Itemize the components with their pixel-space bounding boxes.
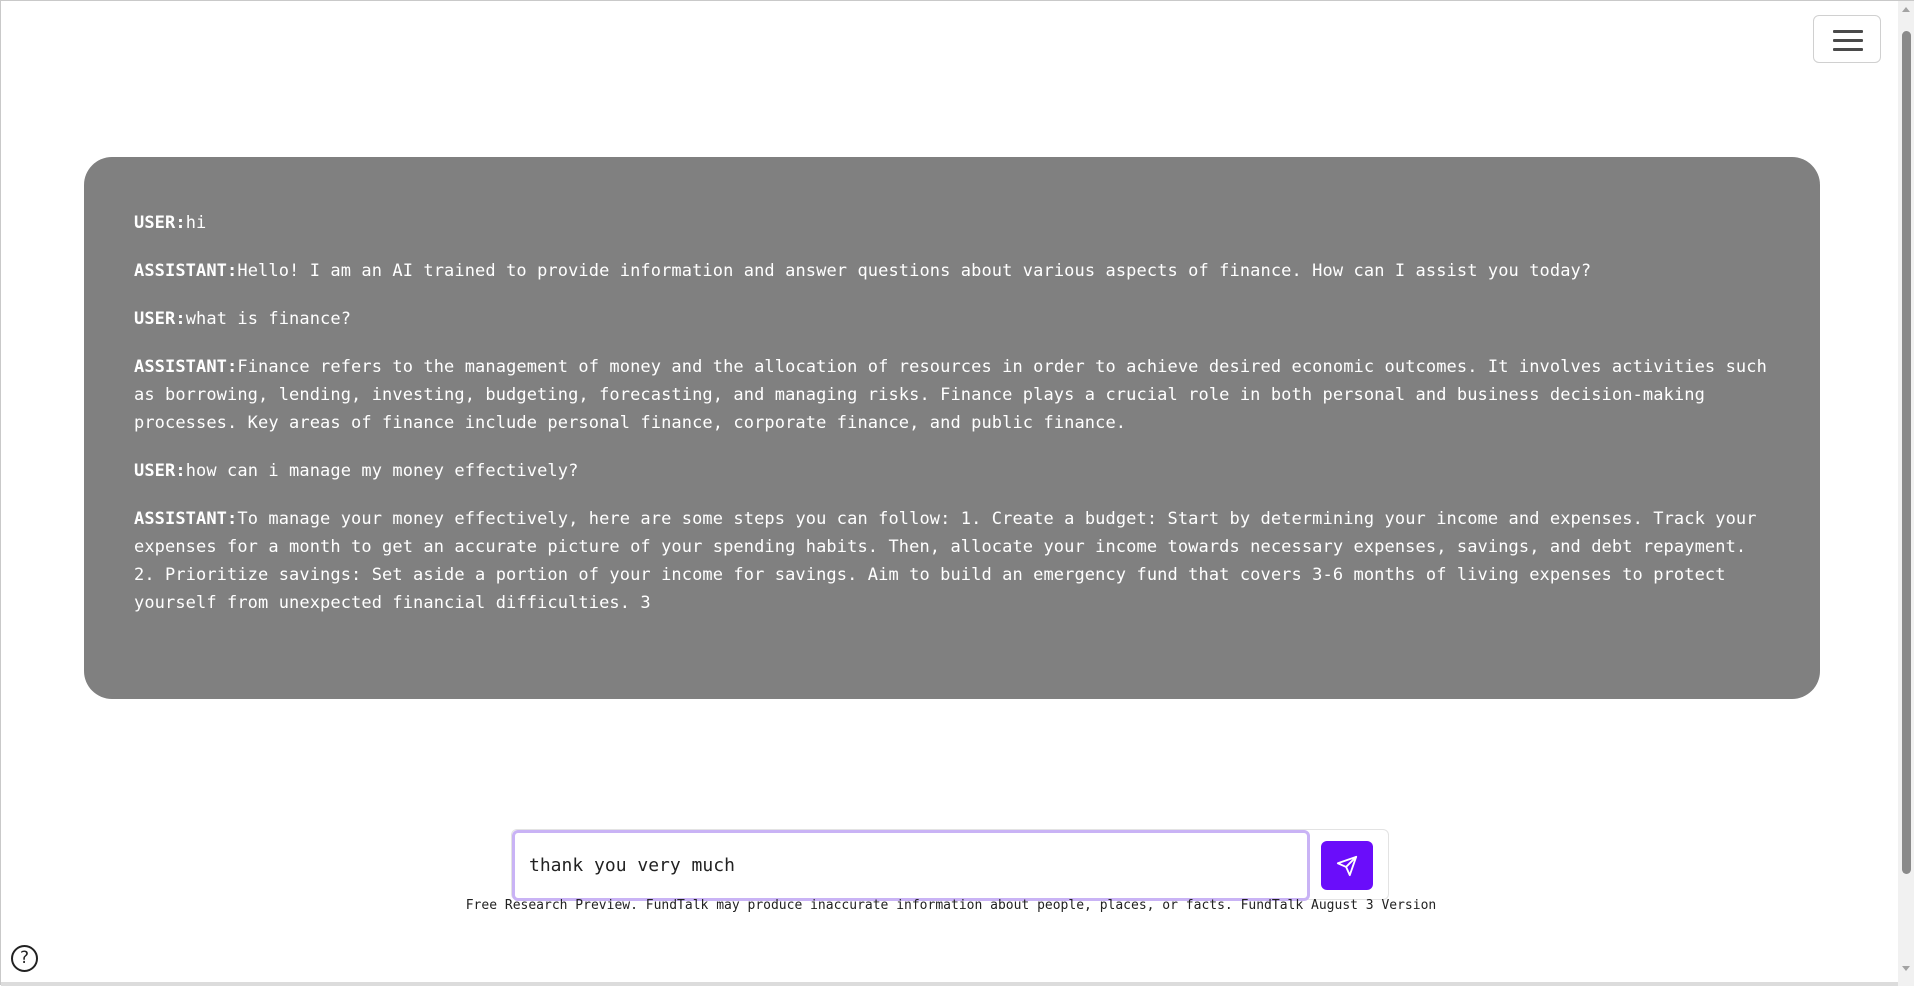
chat-message: USER:how can i manage my money effective…	[134, 457, 1770, 485]
help-button[interactable]: ?	[11, 945, 38, 972]
message-role: ASSISTANT:	[134, 357, 238, 377]
message-composer	[511, 829, 1389, 901]
menu-button[interactable]	[1813, 15, 1881, 63]
scroll-up-arrow-icon[interactable]	[1902, 7, 1910, 12]
message-role: ASSISTANT:	[134, 261, 238, 281]
chat-message: USER:hi	[134, 209, 1770, 237]
send-paper-plane-icon	[1336, 855, 1358, 877]
disclaimer-text: Free Research Preview. FundTalk may prod…	[465, 898, 1437, 913]
vertical-scrollbar[interactable]	[1898, 1, 1914, 986]
message-text: what is finance?	[185, 309, 352, 329]
message-text: To manage your money effectively, here a…	[134, 509, 1757, 613]
chat-message: USER:what is finance?	[134, 305, 1770, 333]
message-role: ASSISTANT:	[134, 509, 238, 529]
message-role: USER:	[134, 461, 186, 481]
chat-transcript: USER:hi ASSISTANT:Hello! I am an AI trai…	[84, 157, 1820, 699]
hamburger-menu-icon	[1833, 30, 1863, 51]
message-text: hi	[185, 213, 207, 233]
scrollbar-thumb[interactable]	[1902, 31, 1911, 874]
chat-message: ASSISTANT:Finance refers to the manageme…	[134, 353, 1770, 437]
chat-message: ASSISTANT:Hello! I am an AI trained to p…	[134, 257, 1770, 285]
chat-message: ASSISTANT:To manage your money effective…	[134, 505, 1770, 617]
message-text: Finance refers to the management of mone…	[134, 357, 1767, 433]
message-text: how can i manage my money effectively?	[185, 461, 579, 481]
message-input[interactable]	[512, 830, 1310, 901]
message-role: USER:	[134, 213, 186, 233]
send-button[interactable]	[1321, 841, 1373, 890]
scroll-down-arrow-icon[interactable]	[1902, 966, 1910, 971]
app-viewport: USER:hi ASSISTANT:Hello! I am an AI trai…	[0, 0, 1914, 986]
message-role: USER:	[134, 309, 186, 329]
message-text: Hello! I am an AI trained to provide inf…	[237, 261, 1592, 281]
horizontal-scrollbar	[1, 982, 1898, 986]
